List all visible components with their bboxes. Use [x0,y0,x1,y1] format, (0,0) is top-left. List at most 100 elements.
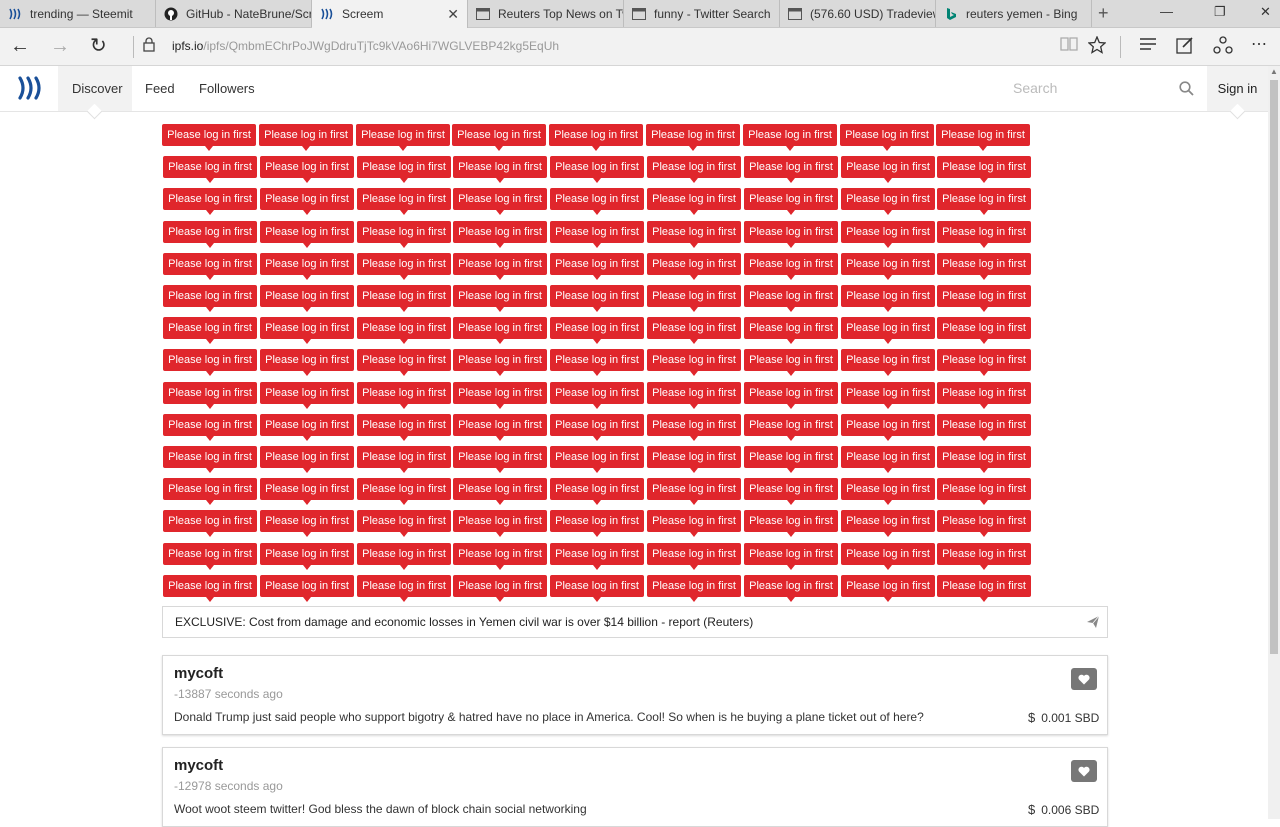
steemit-icon [320,7,334,21]
login-required-tooltip: Please log in first [937,253,1031,280]
login-required-tooltip: Please log in first [647,188,741,215]
login-required-tooltip: Please log in first [260,414,354,441]
scroll-up-icon[interactable]: ▲ [1270,67,1278,76]
currency-symbol: $ [1028,710,1036,725]
login-required-tooltip: Please log in first [357,285,451,312]
login-required-tooltip: Please log in first [163,382,257,409]
login-required-tooltip: Please log in first [744,156,838,183]
back-icon[interactable]: ← [10,35,30,57]
page-icon [788,7,802,21]
nav-followers[interactable]: Followers [185,66,269,111]
nav-feed[interactable]: Feed [131,66,189,111]
close-tab-icon[interactable]: ✕ [447,6,459,23]
like-button[interactable] [1071,760,1097,782]
login-required-tooltip: Please log in first [453,317,547,344]
login-required-tooltip: Please log in first [841,188,935,215]
login-required-tooltip: Please log in first [647,221,741,248]
post-card: mycoft -12978 seconds ago Woot woot stee… [162,747,1108,827]
login-required-tooltip: Please log in first [744,543,838,570]
tab-label: reuters yemen - Bing [966,6,1078,21]
url-field[interactable]: ipfs.io/ipfs/QmbmEChrPoJWgDdruTjTc9kVAo6… [172,39,559,53]
post-card: mycoft -13887 seconds ago Donald Trump j… [162,655,1108,735]
login-required-tooltip: Please log in first [260,510,354,537]
post-payout: $0.006 SBD [1028,802,1099,817]
refresh-icon[interactable]: ↻ [90,35,107,57]
more-options-icon[interactable]: ⋯ [1251,34,1267,54]
browser-tab[interactable]: trending — Steemit [0,0,156,27]
reading-view-icon[interactable] [1060,36,1078,57]
login-required-tooltip: Please log in first [841,478,935,505]
login-required-tooltip: Please log in first [647,317,741,344]
search-input[interactable]: Search [1013,80,1057,96]
login-required-tooltip: Please log in first [841,285,935,312]
login-required-tooltip: Please log in first [841,253,935,280]
browser-tab[interactable]: GitHub - NateBrune/Scre [156,0,312,27]
login-required-tooltip: Please log in first [647,285,741,312]
currency-symbol: $ [1028,802,1036,817]
divider [133,36,134,58]
login-required-tooltip: Please log in first [260,446,354,473]
login-required-tooltip: Please log in first [550,510,644,537]
compose-input[interactable]: EXCLUSIVE: Cost from damage and economic… [175,615,753,629]
login-required-tooltip: Please log in first [550,285,644,312]
minimize-icon[interactable]: — [1160,4,1173,19]
heart-icon [1078,766,1090,776]
tab-label: funny - Twitter Search [654,6,771,21]
favorite-star-icon[interactable] [1087,35,1107,59]
like-button[interactable] [1071,668,1097,690]
login-required-tooltip: Please log in first [647,414,741,441]
web-note-icon[interactable] [1176,36,1194,59]
login-required-tooltip: Please log in first [453,221,547,248]
login-required-tooltip: Please log in first [840,124,934,151]
login-required-tooltip: Please log in first [453,285,547,312]
login-required-tooltip: Please log in first [260,188,354,215]
login-required-tooltip: Please log in first [357,188,451,215]
login-required-tooltip: Please log in first [937,285,1031,312]
hub-menu-icon[interactable] [1139,36,1157,57]
login-required-tooltip: Please log in first [647,478,741,505]
post-body: Woot woot steem twitter! God bless the d… [174,802,587,816]
browser-tab[interactable]: reuters yemen - Bing [936,0,1092,27]
login-required-tooltip: Please log in first [163,285,257,312]
maximize-icon[interactable]: ❐ [1214,4,1226,20]
login-required-tooltip: Please log in first [163,414,257,441]
browser-tab-active[interactable]: Screem ✕ [312,0,468,28]
login-required-tooltip: Please log in first [744,575,838,602]
login-required-tooltip: Please log in first [163,349,257,376]
browser-tab[interactable]: (576.60 USD) Tradeview [780,0,936,27]
post-author[interactable]: mycoft [174,757,223,774]
login-required-tooltip: Please log in first [357,414,451,441]
login-required-tooltip: Please log in first [163,253,257,280]
login-required-tooltip: Please log in first [841,156,935,183]
login-required-tooltip: Please log in first [453,510,547,537]
login-required-tooltip: Please log in first [163,478,257,505]
browser-tab[interactable]: Reuters Top News on Tw [468,0,624,27]
browser-tab[interactable]: funny - Twitter Search [624,0,780,27]
steemit-logo-icon[interactable] [16,76,44,105]
send-icon[interactable] [1086,615,1100,634]
login-required-tooltip: Please log in first [550,156,644,183]
login-required-tooltip: Please log in first [357,317,451,344]
login-required-tooltip: Please log in first [647,156,741,183]
login-required-tooltip: Please log in first [937,510,1031,537]
close-window-icon[interactable]: ✕ [1260,4,1271,20]
login-required-tooltip: Please log in first [357,156,451,183]
forward-icon[interactable]: → [50,35,70,57]
new-tab-icon[interactable]: + [1098,3,1109,24]
lock-icon[interactable] [143,37,155,57]
login-required-tooltip: Please log in first [841,349,935,376]
search-icon[interactable] [1179,81,1194,101]
login-required-tooltip: Please log in first [744,446,838,473]
compose-box[interactable]: EXCLUSIVE: Cost from damage and economic… [162,606,1108,638]
login-required-tooltip: Please log in first [937,414,1031,441]
login-required-tooltip: Please log in first [549,124,643,151]
heart-icon [1078,674,1090,684]
scrollbar-thumb[interactable] [1270,80,1278,654]
login-required-tooltip: Please log in first [937,349,1031,376]
login-required-tooltip: Please log in first [260,156,354,183]
login-required-tooltip: Please log in first [163,221,257,248]
share-icon[interactable] [1213,36,1233,59]
login-required-tooltip: Please log in first [453,156,547,183]
login-required-tooltip: Please log in first [937,382,1031,409]
post-author[interactable]: mycoft [174,665,223,682]
